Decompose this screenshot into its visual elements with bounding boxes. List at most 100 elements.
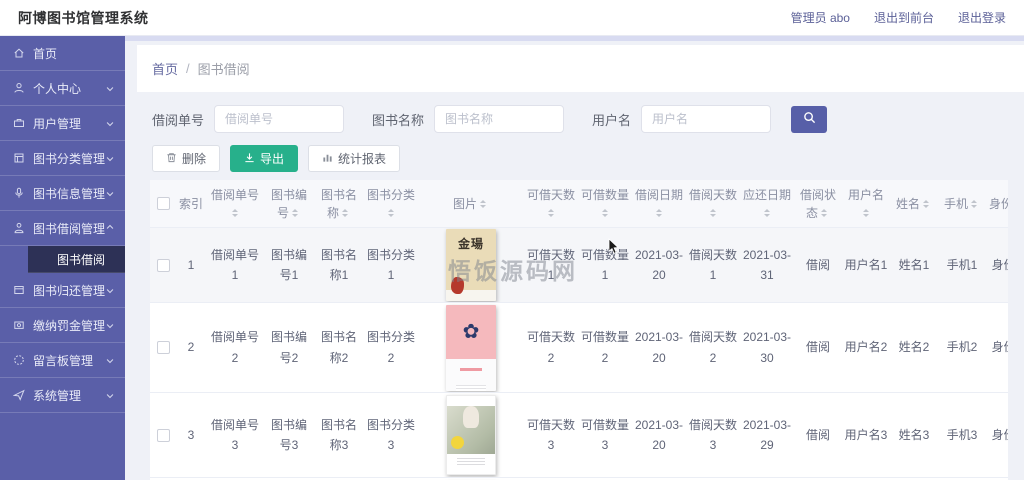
column-header[interactable]: 身份证 [986,180,1008,227]
sort-caret-icon[interactable] [656,206,665,220]
report-button[interactable]: 统计报表 [308,145,401,172]
row-checkbox[interactable] [156,341,170,354]
sidebar-item-5[interactable]: 图书借阅管理 [0,211,125,246]
book-image-cell [418,393,524,477]
filter-username: 用户名 [592,105,772,133]
column-header[interactable]: 借阅单号 [206,180,264,227]
sort-caret-icon[interactable] [292,206,301,220]
sidebar-item-7[interactable]: 缴纳罚金管理 [0,308,125,343]
table-cell: 借阅天数2 [688,330,737,365]
column-header[interactable]: 借阅天数 [686,180,740,227]
sidebar-item-0[interactable]: 首页 [0,36,125,71]
column-header-label: 图书分类 [366,187,415,202]
table-cell: 2021-03-20 [634,330,684,365]
sort-caret-icon[interactable] [342,206,351,220]
table-cell: 用户名2 [844,340,888,355]
sort-caret-icon[interactable] [821,206,830,220]
sidebar-item-9[interactable]: 系统管理 [0,378,125,413]
column-header[interactable]: 用户名 [842,180,890,227]
table-cell: 手机3 [946,427,978,442]
search-icon [803,111,816,127]
sort-caret-icon[interactable] [480,197,489,211]
send-icon [12,389,25,401]
exit-to-front-link[interactable]: 退出到前台 [874,9,934,26]
column-header[interactable]: 姓名 [890,180,938,227]
column-header-label: 借阅单号 [210,187,259,202]
sidebar-item-1[interactable]: 个人中心 [0,71,125,106]
table-cell: 手机2 [946,340,978,355]
column-header[interactable]: 图书分类 [364,180,418,227]
column-header[interactable]: 图书编号 [264,180,314,227]
action-bar: 删除 导出 统计报表 [152,145,1024,172]
sort-caret-icon[interactable] [232,206,241,220]
table-cell: 借阅单号3 [210,417,259,452]
sort-caret-icon[interactable] [764,206,773,220]
table-cell: 可借天数3 [526,417,575,452]
sidebar-item-4[interactable]: 图书信息管理 [0,176,125,211]
row-checkbox[interactable] [156,258,170,272]
trash-icon [166,152,177,166]
column-header-label: 借阅状态 [799,187,836,220]
sidebar-item-label: 首页 [33,46,58,61]
checkbox-cell [150,180,176,227]
chevron-down-icon [105,390,115,400]
table-cell: 图书分类2 [366,330,415,365]
logout-link[interactable]: 退出登录 [958,9,1006,26]
sort-caret-icon[interactable] [923,197,932,211]
filter-order-no-label: 借阅单号 [152,112,205,128]
filter-book-name-label: 图书名称 [372,112,425,128]
row-checkbox[interactable] [156,428,170,442]
column-header-label: 图片 [452,196,477,211]
chevron-down-icon [105,320,115,330]
column-header-label: 图书名称 [320,187,357,220]
sidebar-item-6[interactable]: 图书归还管理 [0,273,125,308]
checkbox-cell [150,303,176,392]
sort-caret-icon[interactable] [863,206,872,220]
sidebar-item-label: 图书借阅管理 [33,221,105,236]
book-name-input[interactable] [434,105,565,133]
column-header[interactable]: 图书名称 [314,180,364,227]
book-cover-image [446,304,496,391]
sidebar-item-3[interactable]: 图书分类管理 [0,141,125,176]
sort-caret-icon[interactable] [388,206,397,220]
table-cell: 2021-03-30 [742,330,792,365]
sort-caret-icon[interactable] [710,206,719,220]
sidebar-item-2[interactable]: 用户管理 [0,106,125,141]
table-cell: 姓名2 [898,340,930,355]
column-header[interactable]: 借阅日期 [632,180,686,227]
username-input[interactable] [641,105,772,133]
table-cell: 2021-03-29 [742,417,792,452]
chevron-down-icon [105,83,115,93]
column-header[interactable]: 借阅状态 [794,180,842,227]
search-button[interactable] [791,105,828,133]
table-cell: 2 [187,340,195,355]
column-header-label: 手机 [943,196,968,211]
sort-caret-icon[interactable] [602,206,611,220]
sort-caret-icon[interactable] [548,206,557,220]
sort-caret-icon[interactable] [971,197,980,211]
sidebar-item-label: 个人中心 [33,81,82,96]
borrow-table: 索引 借阅单号 图书编号 图书名称 图书分类 图片 可借天数 可借数量 借阅日期 借阅天数 应还日期… [150,180,1008,480]
chevron-down-icon [105,285,115,295]
sidebar-item-8[interactable]: 留言板管理 [0,343,125,378]
user-icon [13,82,25,94]
column-header[interactable]: 可借数量 [578,180,632,227]
column-header[interactable]: 图片 [418,180,524,227]
table-cell: 图书名称1 [320,247,357,282]
flower-art [446,304,496,359]
book-cover-image [446,395,496,475]
order-no-input[interactable] [214,105,345,133]
sidebar-subitem-5-0[interactable]: 图书借阅 [28,246,125,273]
delete-button[interactable]: 删除 [152,145,221,172]
column-header-label: 身份证 [988,196,1008,211]
export-button[interactable]: 导出 [230,145,299,172]
column-header-label: 可借数量 [580,187,629,202]
breadcrumb-home[interactable]: 首页 [152,59,178,78]
column-header[interactable]: 应还日期 [740,180,794,227]
bar-chart-icon [322,152,333,166]
column-header[interactable]: 可借天数 [524,180,578,227]
column-header[interactable]: 手机 [938,180,986,227]
table-cell: 身份证1 [991,257,1008,272]
table-cell: 可借数量1 [580,247,629,282]
select-all-checkbox[interactable] [156,197,170,210]
